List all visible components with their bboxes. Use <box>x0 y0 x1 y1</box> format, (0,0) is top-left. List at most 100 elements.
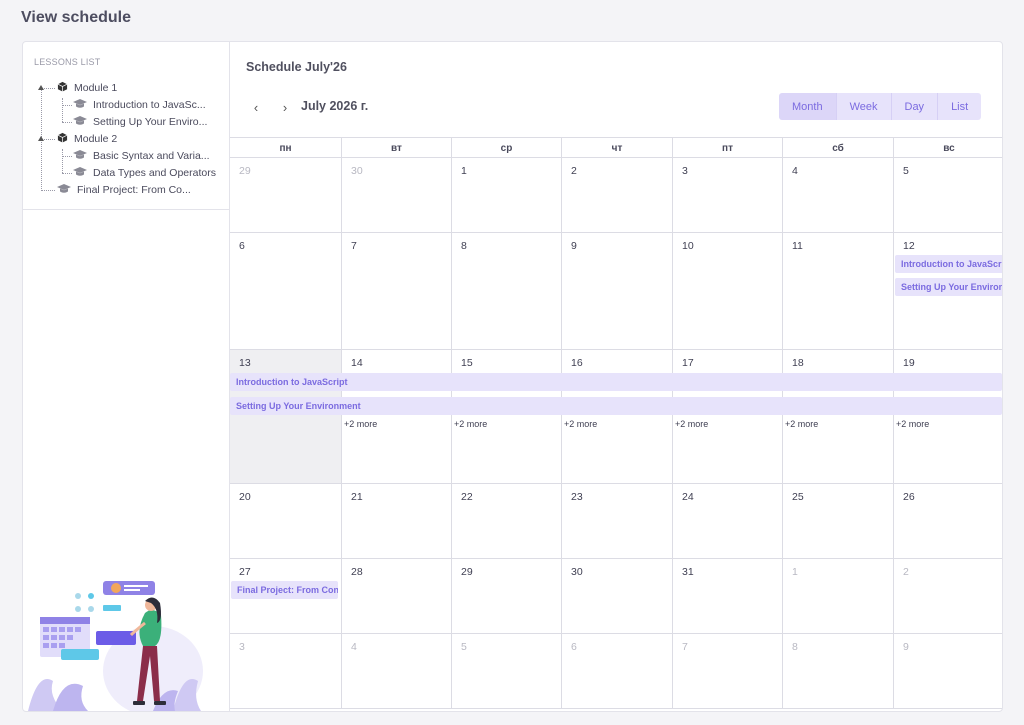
tree-item-module-1[interactable]: Module 1 <box>57 80 227 96</box>
day-cell[interactable]: 1 <box>451 158 561 233</box>
day-cell[interactable]: 18 <box>782 350 893 484</box>
day-cell[interactable]: 5 <box>451 634 561 709</box>
day-cell[interactable]: 23 <box>561 484 672 559</box>
graduation-cap-icon <box>73 166 87 180</box>
event-chip[interactable]: Setting Up Your Environment <box>230 397 1002 415</box>
event-chip[interactable]: Setting Up Your Environment <box>895 278 1002 296</box>
day-number: 11 <box>792 240 803 252</box>
day-cell[interactable]: 11 <box>782 233 893 350</box>
day-number: 25 <box>792 491 804 503</box>
prev-month-button[interactable]: ‹ <box>248 99 264 115</box>
day-cell[interactable]: 9 <box>561 233 672 350</box>
graduation-cap-icon <box>73 115 87 129</box>
day-number: 2 <box>903 566 909 578</box>
more-events-link[interactable]: +2 more <box>785 419 818 429</box>
schedule-illustration <box>28 581 203 711</box>
day-number: 10 <box>682 240 694 252</box>
day-cell[interactable]: 3 <box>672 158 782 233</box>
day-number: 4 <box>351 641 357 653</box>
day-cell[interactable]: 19 <box>893 350 1002 484</box>
day-cell[interactable]: 9 <box>893 634 1002 709</box>
day-cell[interactable]: 31 <box>672 559 782 634</box>
day-cell[interactable]: 28 <box>341 559 451 634</box>
weekday-header-cell: чт <box>561 138 672 158</box>
day-number: 23 <box>571 491 583 503</box>
lessons-sidebar: LESSONS LIST Module 1 Introduction to Ja… <box>23 42 230 711</box>
schedule-main: Schedule July'26 ‹ › July 2026 г. Month … <box>230 42 1002 711</box>
more-events-link[interactable]: +2 more <box>454 419 487 429</box>
day-cell[interactable]: 8 <box>451 233 561 350</box>
day-number: 26 <box>903 491 915 503</box>
day-cell[interactable]: 10 <box>672 233 782 350</box>
day-cell[interactable]: 2 <box>893 559 1002 634</box>
more-events-link[interactable]: +2 more <box>896 419 929 429</box>
schedule-title: Schedule July'26 <box>246 60 347 74</box>
day-cell[interactable]: 22 <box>451 484 561 559</box>
view-list-button[interactable]: List <box>938 93 982 120</box>
cube-icon <box>57 132 68 146</box>
day-number: 17 <box>682 357 694 369</box>
tree-item-lesson[interactable]: Setting Up Your Enviro... <box>73 114 223 130</box>
day-cell[interactable]: 3 <box>230 634 341 709</box>
weekday-header: пн вт ср чт пт сб вс <box>230 137 1002 158</box>
day-cell[interactable]: 21 <box>341 484 451 559</box>
tree-item-lesson[interactable]: Introduction to JavaSc... <box>73 97 223 113</box>
day-cell[interactable]: 30 <box>341 158 451 233</box>
day-cell[interactable]: 6 <box>561 634 672 709</box>
day-cell[interactable]: 7 <box>672 634 782 709</box>
day-cell[interactable]: 24 <box>672 484 782 559</box>
more-events-link[interactable]: +2 more <box>564 419 597 429</box>
day-number: 13 <box>239 357 251 369</box>
day-cell[interactable]: 4 <box>782 158 893 233</box>
day-cell[interactable]: 2 <box>561 158 672 233</box>
day-number: 6 <box>571 641 577 653</box>
day-number: 9 <box>903 641 909 653</box>
graduation-cap-icon <box>73 149 87 163</box>
tree-item-label: Introduction to JavaSc... <box>93 99 206 111</box>
day-cell[interactable]: 8 <box>782 634 893 709</box>
day-cell[interactable]: 29 <box>451 559 561 634</box>
more-events-link[interactable]: +2 more <box>344 419 377 429</box>
event-chip[interactable]: Final Project: From Concept to Code <box>231 581 338 599</box>
view-month-button[interactable]: Month <box>779 93 837 120</box>
day-cell[interactable]: 6 <box>230 233 341 350</box>
collapse-toggle-icon[interactable] <box>38 85 44 90</box>
tree-item-final-project[interactable]: Final Project: From Co... <box>57 182 227 198</box>
day-cell[interactable]: 14 <box>341 350 451 484</box>
tree-item-module-2[interactable]: Module 2 <box>57 131 227 147</box>
day-cell[interactable]: 20 <box>230 484 341 559</box>
tree-item-lesson[interactable]: Basic Syntax and Varia... <box>73 148 223 164</box>
event-chip[interactable]: Introduction to JavaScript <box>895 255 1002 273</box>
day-number: 3 <box>239 641 245 653</box>
day-cell[interactable]: 15 <box>451 350 561 484</box>
tree-item-lesson[interactable]: Data Types and Operators <box>73 165 228 181</box>
day-cell[interactable]: 5 <box>893 158 1002 233</box>
day-number: 2 <box>571 165 577 177</box>
day-cell[interactable]: 7 <box>341 233 451 350</box>
day-number: 14 <box>351 357 363 369</box>
day-cell[interactable]: 25 <box>782 484 893 559</box>
day-cell[interactable]: 17 <box>672 350 782 484</box>
view-week-button[interactable]: Week <box>836 93 892 120</box>
day-cell[interactable]: 29 <box>230 158 341 233</box>
day-number: 1 <box>461 165 467 177</box>
day-number: 15 <box>461 357 473 369</box>
day-cell[interactable]: 1 <box>782 559 893 634</box>
lessons-list: LESSONS LIST Module 1 Introduction to Ja… <box>23 42 229 210</box>
tree-item-label: Module 1 <box>74 82 118 94</box>
day-cell[interactable]: 16 <box>561 350 672 484</box>
day-cell[interactable]: 30 <box>561 559 672 634</box>
view-day-button[interactable]: Day <box>891 93 939 120</box>
day-cell[interactable]: 4 <box>341 634 451 709</box>
tree-item-label: Setting Up Your Enviro... <box>93 116 208 128</box>
event-chip[interactable]: Introduction to JavaScript <box>230 373 1002 391</box>
weekday-header-cell: вт <box>341 138 451 158</box>
day-number: 19 <box>903 357 915 369</box>
next-month-button[interactable]: › <box>277 99 293 115</box>
collapse-toggle-icon[interactable] <box>38 136 44 141</box>
more-events-link[interactable]: +2 more <box>675 419 708 429</box>
day-cell[interactable]: 26 <box>893 484 1002 559</box>
day-number: 18 <box>792 357 804 369</box>
day-number: 12 <box>903 240 915 252</box>
day-cell[interactable]: 13 <box>230 350 341 484</box>
